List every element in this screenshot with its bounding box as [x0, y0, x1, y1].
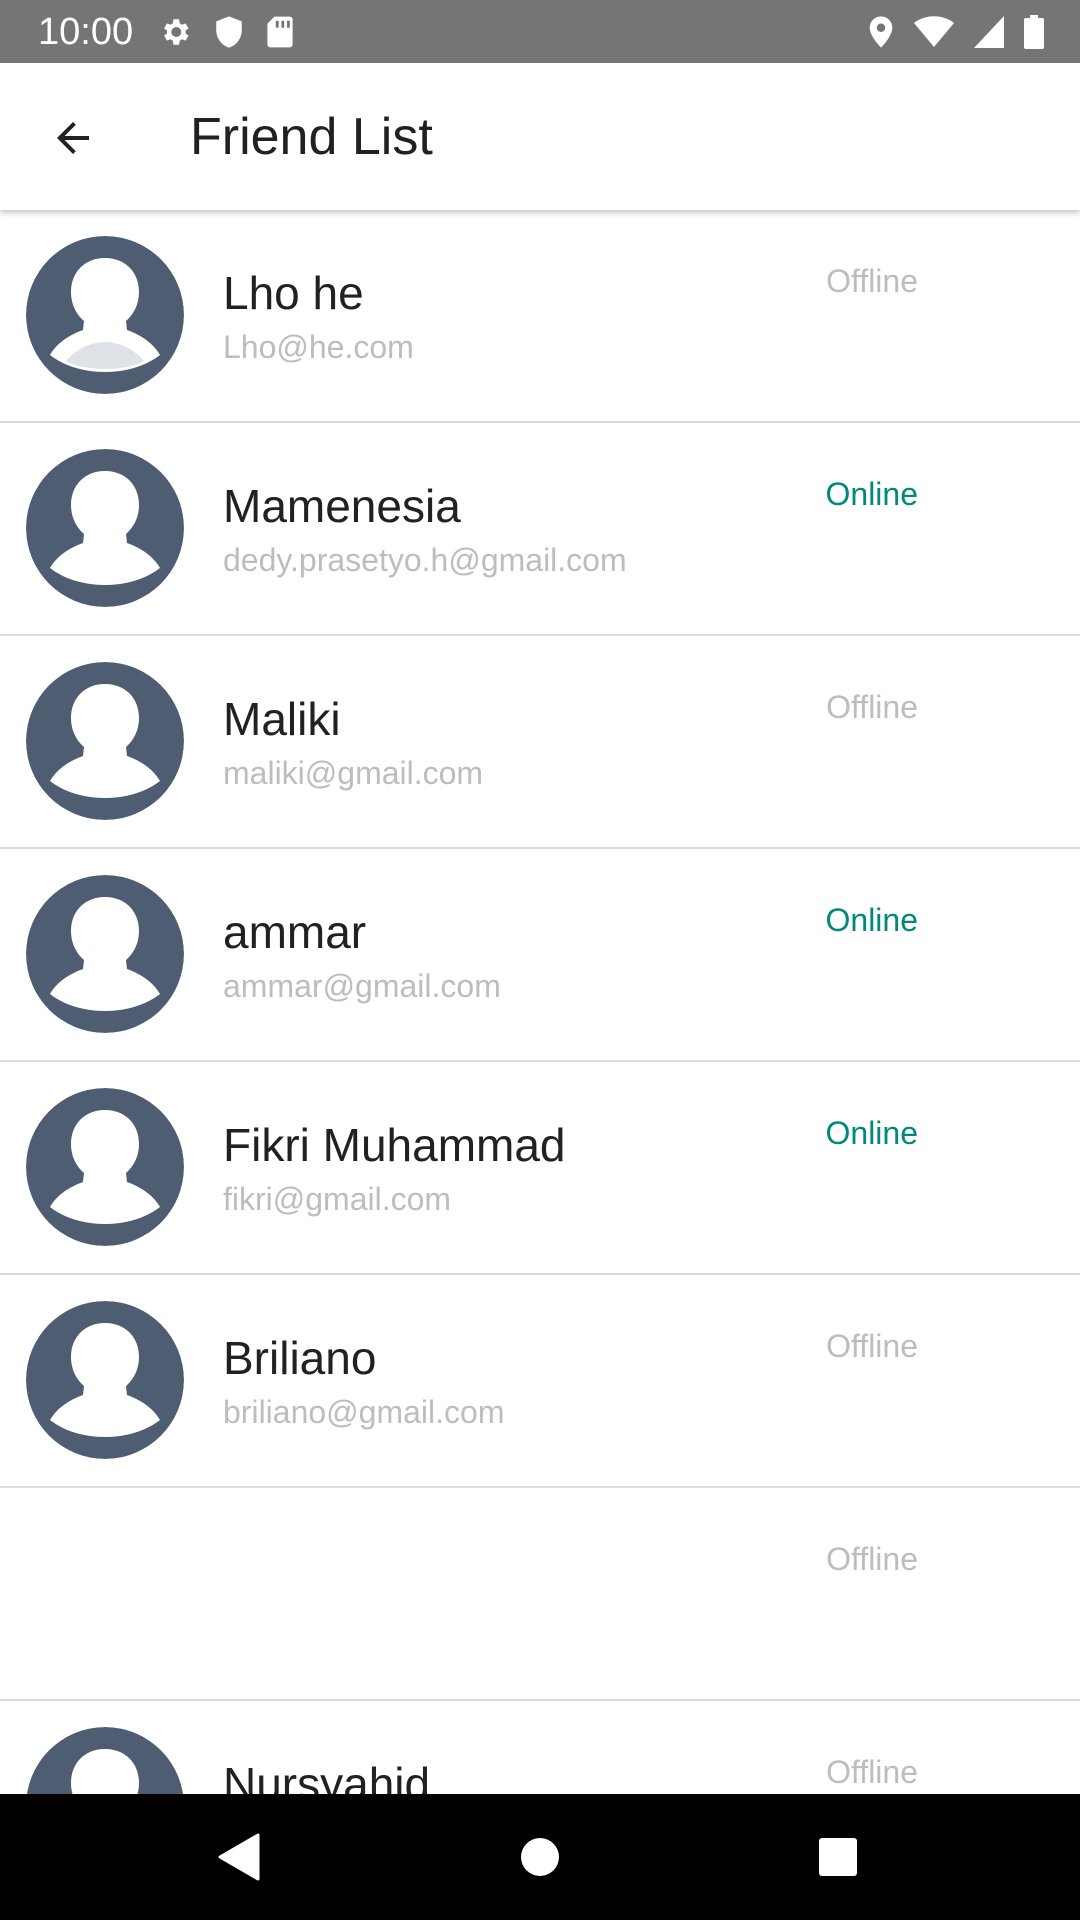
friend-list-item[interactable]: Fikri Muhammad fikri@gmail.com Online	[0, 1062, 1080, 1275]
friend-list-item[interactable]: Lho he Lho@he.com Offline	[0, 210, 1080, 423]
nav-home-button[interactable]	[507, 1824, 573, 1890]
avatar	[26, 1088, 184, 1246]
status-right-icons	[868, 14, 1044, 50]
status-left-icons	[158, 14, 294, 50]
status-badge: Offline	[826, 1541, 918, 1577]
status-badge: Online	[825, 476, 919, 512]
nav-recents-icon	[819, 1838, 857, 1876]
friend-name: ammar	[223, 906, 367, 958]
friend-name: Maliki	[223, 693, 341, 745]
status-badge: Online	[825, 902, 919, 938]
friend-list[interactable]: Lho he Lho@he.com Offline Mamenesia dedy…	[0, 210, 1080, 1794]
avatar	[26, 875, 184, 1033]
back-button[interactable]	[38, 103, 108, 173]
avatar	[26, 662, 184, 820]
friend-name: Fikri Muhammad	[223, 1119, 566, 1171]
friend-email: briliano@gmail.com	[223, 1394, 505, 1430]
page-title: Friend List	[190, 108, 433, 166]
gear-icon	[158, 15, 192, 49]
person-avatar-icon	[26, 875, 184, 1033]
friend-name: Mamenesia	[223, 480, 461, 532]
avatar	[26, 236, 184, 394]
friend-name: Lho he	[223, 267, 364, 319]
person-avatar-icon	[26, 1727, 184, 1794]
nav-back-button[interactable]	[205, 1824, 271, 1890]
sd-card-icon	[266, 15, 294, 49]
avatar	[26, 1301, 184, 1459]
nav-back-icon	[218, 1833, 260, 1881]
friend-email: maliki@gmail.com	[223, 755, 484, 791]
friend-email: Lho@he.com	[223, 329, 414, 365]
location-icon	[868, 15, 894, 49]
arrow-back-icon	[57, 122, 89, 154]
battery-icon	[1024, 15, 1044, 49]
avatar	[26, 1727, 184, 1794]
navigation-bar	[0, 1794, 1080, 1920]
status-bar: 10:00	[0, 0, 1080, 63]
app-bar: Friend List	[0, 63, 1080, 210]
person-avatar-icon	[26, 449, 184, 607]
signal-icon	[974, 16, 1004, 48]
wifi-icon	[914, 16, 954, 48]
status-time: 10:00	[38, 11, 134, 53]
person-avatar-icon	[26, 1088, 184, 1246]
nav-home-icon	[521, 1838, 559, 1876]
friend-list-item[interactable]: Maliki maliki@gmail.com Offline	[0, 636, 1080, 849]
friend-list-item[interactable]: ammar ammar@gmail.com Online	[0, 849, 1080, 1062]
person-avatar-icon	[26, 1301, 184, 1459]
friend-list-item[interactable]: Offline	[0, 1488, 1080, 1701]
friend-email: fikri@gmail.com	[223, 1181, 452, 1217]
status-badge: Offline	[826, 1328, 918, 1364]
avatar	[26, 449, 184, 607]
status-badge: Offline	[826, 1754, 918, 1790]
friend-email: ammar@gmail.com	[223, 968, 501, 1004]
status-badge: Online	[825, 1115, 919, 1151]
friend-name: Nursyahid	[223, 1758, 431, 1794]
friend-list-item[interactable]: Briliano briliano@gmail.com Offline	[0, 1275, 1080, 1488]
friend-name: Briliano	[223, 1332, 377, 1384]
shield-icon	[214, 15, 244, 49]
status-badge: Offline	[826, 263, 918, 299]
person-avatar-icon	[26, 236, 184, 394]
friend-list-item[interactable]: Nursyahid Offline	[0, 1701, 1080, 1794]
status-badge: Offline	[826, 689, 918, 725]
person-avatar-icon	[26, 662, 184, 820]
friend-email: dedy.prasetyo.h@gmail.com	[223, 542, 627, 578]
friend-list-item[interactable]: Mamenesia dedy.prasetyo.h@gmail.com Onli…	[0, 423, 1080, 636]
nav-recents-button[interactable]	[805, 1824, 871, 1890]
